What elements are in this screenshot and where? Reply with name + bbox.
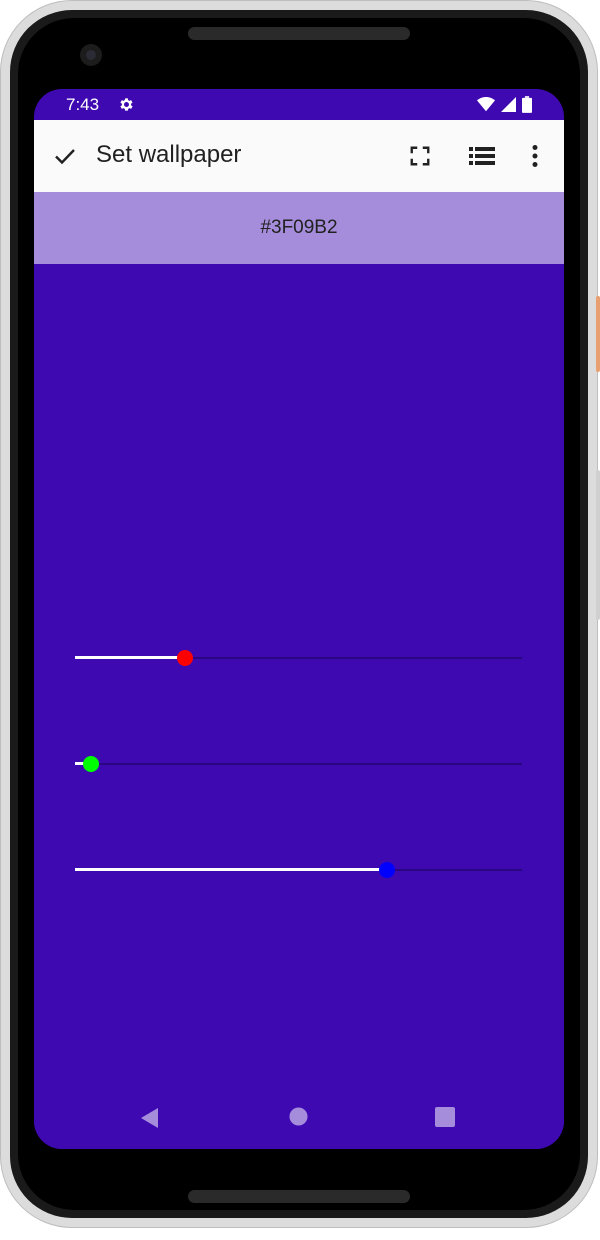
status-icons: [477, 96, 532, 113]
home-icon[interactable]: [289, 1107, 308, 1126]
blue-slider[interactable]: [75, 860, 522, 880]
signal-icon: [501, 97, 516, 112]
gear-icon: [120, 98, 133, 111]
color-hex-bar[interactable]: #3F09B2: [34, 192, 564, 264]
fullscreen-button[interactable]: [406, 142, 434, 170]
power-button: [596, 296, 600, 372]
color-preview-area: [34, 264, 564, 1149]
status-bar: 7:43: [34, 89, 564, 120]
list-button[interactable]: [468, 142, 496, 170]
check-icon[interactable]: [52, 144, 78, 168]
status-time: 7:43: [66, 95, 100, 114]
slider-thumb[interactable]: [379, 862, 396, 878]
back-icon[interactable]: [140, 1107, 160, 1129]
recents-icon[interactable]: [435, 1107, 455, 1127]
slider-thumb[interactable]: [177, 650, 194, 666]
list-icon: [469, 147, 495, 165]
battery-icon: [522, 96, 532, 113]
slider-fill: [75, 868, 388, 871]
navigation-bar: [34, 1087, 564, 1149]
bottom-speaker: [188, 1190, 410, 1203]
slider-fill: [75, 656, 186, 659]
screen: 7:43 Set wallpaper #3F09B2: [34, 89, 564, 1149]
app-toolbar: Set wallpaper: [34, 120, 564, 192]
front-camera: [80, 44, 102, 66]
red-slider[interactable]: [75, 648, 522, 668]
slider-track: [75, 763, 522, 765]
toolbar-title: Set wallpaper: [96, 141, 242, 168]
green-slider[interactable]: [75, 754, 522, 774]
overflow-menu-button[interactable]: [521, 142, 549, 170]
color-hex-value: #3F09B2: [260, 217, 338, 238]
wifi-icon: [477, 97, 495, 112]
slider-thumb[interactable]: [82, 756, 99, 772]
volume-button: [596, 470, 600, 620]
more-vert-icon: [532, 145, 538, 167]
fullscreen-icon: [410, 146, 430, 166]
top-speaker: [188, 27, 410, 40]
